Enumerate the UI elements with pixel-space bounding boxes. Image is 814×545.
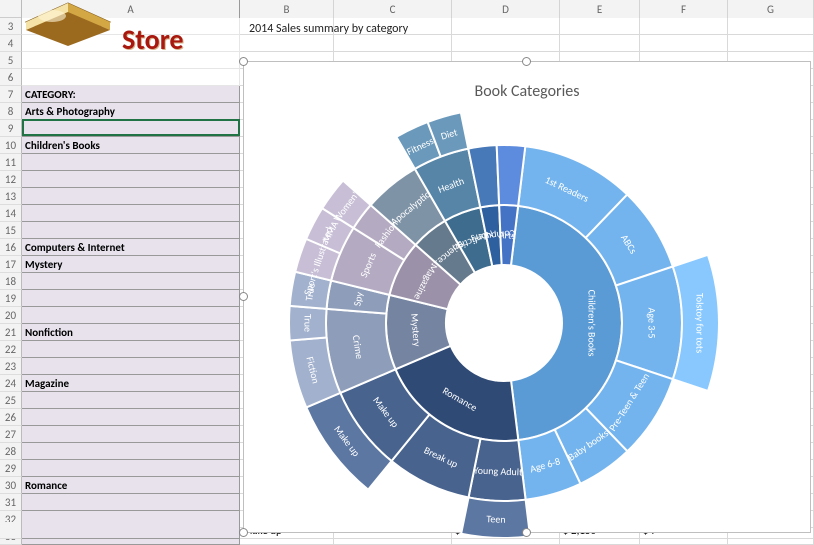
cell[interactable]	[22, 460, 240, 477]
cell[interactable]	[452, 18, 560, 35]
row-header[interactable]	[0, 522, 22, 539]
cell[interactable]: Magazine	[22, 375, 240, 392]
row-header[interactable]: 28	[0, 443, 22, 460]
resize-handle[interactable]	[239, 292, 248, 301]
sunburst-chart[interactable]	[289, 108, 719, 538]
cell[interactable]: Romance	[22, 477, 240, 494]
row-header[interactable]: 15	[0, 222, 22, 239]
cell[interactable]	[22, 522, 240, 539]
cell[interactable]	[22, 69, 240, 86]
cell[interactable]	[22, 120, 240, 137]
cell[interactable]	[22, 443, 240, 460]
row-header[interactable]: 26	[0, 409, 22, 426]
cell[interactable]: Nonfiction	[22, 324, 240, 341]
cell[interactable]	[22, 188, 240, 205]
cell[interactable]	[22, 154, 240, 171]
sunburst-slice[interactable]	[289, 306, 327, 341]
cell[interactable]	[22, 494, 240, 511]
col-header-C[interactable]: C	[334, 0, 452, 18]
cell[interactable]	[240, 35, 334, 52]
row-header[interactable]: 24	[0, 375, 22, 392]
row-header[interactable]: 5	[0, 52, 22, 69]
cell[interactable]	[22, 409, 240, 426]
cell[interactable]	[452, 35, 560, 52]
row-header[interactable]: 20	[0, 307, 22, 324]
book-store-logo	[24, 0, 114, 46]
cell[interactable]: Mystery	[22, 256, 240, 273]
cell[interactable]: Arts & Photography	[22, 103, 240, 120]
row-header[interactable]: 27	[0, 426, 22, 443]
sunburst-slice[interactable]	[461, 497, 530, 538]
row-header[interactable]: 3	[0, 18, 22, 35]
cell[interactable]	[22, 222, 240, 239]
row-header[interactable]: 13	[0, 188, 22, 205]
cell[interactable]	[22, 392, 240, 409]
col-header-F[interactable]: F	[640, 0, 728, 18]
cell[interactable]: CATEGORY:	[22, 86, 240, 103]
row-header[interactable]: 22	[0, 341, 22, 358]
cell[interactable]: Computers & Internet	[22, 239, 240, 256]
cell[interactable]	[22, 426, 240, 443]
row-header[interactable]: 9	[0, 120, 22, 137]
row-header[interactable]: 7	[0, 86, 22, 103]
col-header-G[interactable]: G	[728, 0, 814, 18]
row-header[interactable]: 29	[0, 460, 22, 477]
row-header[interactable]: 12	[0, 171, 22, 188]
row-header[interactable]: 8	[0, 103, 22, 120]
cell[interactable]	[22, 307, 240, 324]
sunburst-slice[interactable]	[616, 266, 682, 379]
resize-handle[interactable]	[522, 57, 531, 66]
chart-title: Book Categories	[244, 82, 810, 101]
column-header-bar: A B C D E F G	[0, 0, 814, 18]
row-header[interactable]: 25	[0, 392, 22, 409]
row-header[interactable]: 10	[0, 137, 22, 154]
row-header[interactable]: 14	[0, 205, 22, 222]
row-header[interactable]: 31	[0, 494, 22, 511]
col-header-E[interactable]: E	[560, 0, 640, 18]
col-header-B[interactable]: B	[240, 0, 334, 18]
resize-handle[interactable]	[522, 528, 531, 537]
cell[interactable]	[22, 205, 240, 222]
row-header[interactable]: 30	[0, 477, 22, 494]
row-header[interactable]: 11	[0, 154, 22, 171]
cell[interactable]	[728, 35, 814, 52]
cell[interactable]	[728, 18, 814, 35]
row-header[interactable]: 4	[0, 35, 22, 52]
cell[interactable]	[560, 18, 640, 35]
row-header[interactable]: 23	[0, 358, 22, 375]
row-header[interactable]: 18	[0, 273, 22, 290]
cell[interactable]	[334, 35, 452, 52]
row-header[interactable]: 6	[0, 69, 22, 86]
select-all-corner[interactable]	[0, 0, 22, 18]
cell[interactable]	[22, 171, 240, 188]
col-header-D[interactable]: D	[452, 0, 560, 18]
cell[interactable]: Children's Books	[22, 137, 240, 154]
row-header[interactable]: 21	[0, 324, 22, 341]
resize-handle[interactable]	[239, 528, 248, 537]
cell[interactable]	[22, 358, 240, 375]
cell[interactable]	[22, 273, 240, 290]
row-header[interactable]: 16	[0, 239, 22, 256]
row-header[interactable]: 17	[0, 256, 22, 273]
store-title: Store	[122, 22, 183, 57]
cell[interactable]	[560, 35, 640, 52]
cell[interactable]	[22, 341, 240, 358]
cell[interactable]	[640, 18, 728, 35]
chart-object[interactable]: Book Categories Children's Books1st Read…	[243, 61, 811, 533]
subtitle: 2014 Sales summary by category	[249, 22, 408, 36]
resize-handle[interactable]	[239, 57, 248, 66]
cell[interactable]	[640, 35, 728, 52]
cell[interactable]	[22, 290, 240, 307]
row-header[interactable]: 19	[0, 290, 22, 307]
